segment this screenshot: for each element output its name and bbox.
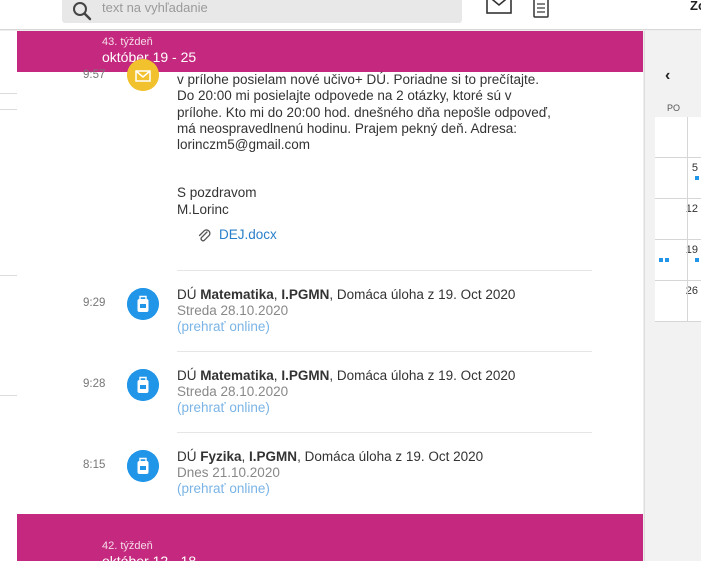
message-greeting: S pozdravom bbox=[177, 185, 257, 201]
left-sidebar bbox=[0, 31, 17, 561]
homework-item[interactable]: DÚ Matematika, I.PGMN, Domáca úloha z 19… bbox=[177, 287, 607, 335]
homework-title: DÚ Matematika, I.PGMN, Domáca úloha z 19… bbox=[177, 287, 516, 302]
mail-icon[interactable] bbox=[486, 0, 512, 14]
message-line: prílohe. Kto mi do 20:00 hod. dnešného d… bbox=[177, 104, 551, 120]
homework-due: Dnes 21.10.2020 bbox=[177, 465, 280, 480]
backpack-icon bbox=[127, 450, 159, 482]
homework-due: Streda 28.10.2020 bbox=[177, 384, 289, 399]
sidebar-divider bbox=[0, 93, 17, 94]
sidebar-divider bbox=[0, 395, 17, 396]
play-online-link[interactable]: (prehrať online) bbox=[177, 400, 607, 416]
message-line: má neospravedlnenú hodinu. Prajem pekný … bbox=[177, 120, 517, 136]
top-bar: Zo bbox=[0, 0, 701, 30]
calendar-divider bbox=[687, 117, 688, 322]
backpack-icon bbox=[127, 288, 159, 320]
homework-time: 8:15 bbox=[83, 459, 106, 471]
sidebar-divider bbox=[0, 275, 17, 276]
homework-class: I.PGMN bbox=[281, 368, 330, 383]
message-time: 9:57 bbox=[83, 69, 106, 81]
previous-month-button[interactable]: ‹ bbox=[665, 67, 670, 85]
search-box bbox=[62, 0, 462, 23]
attachment-link[interactable]: DEJ.docx bbox=[219, 227, 277, 242]
message-signature: M.Lorinc bbox=[177, 201, 229, 217]
play-online-link[interactable]: (prehrať online) bbox=[177, 481, 607, 497]
week-header: 43. týždeň október 19 - 25 bbox=[17, 31, 643, 72]
event-dot bbox=[659, 258, 663, 262]
message-body: v prílohe posielam nové učivo+ DÚ. Poria… bbox=[177, 72, 597, 218]
homework-title: DÚ Matematika, I.PGMN, Domáca úloha z 19… bbox=[177, 368, 516, 383]
backpack-icon bbox=[127, 369, 159, 401]
homework-class: I.PGMN bbox=[249, 449, 298, 464]
week-number: 43. týždeň bbox=[102, 36, 153, 48]
homework-time: 9:29 bbox=[83, 297, 106, 309]
homework-item[interactable]: DÚ Matematika, I.PGMN, Domáca úloha z 19… bbox=[177, 368, 607, 416]
event-dot bbox=[695, 258, 699, 262]
calendar-day[interactable] bbox=[655, 117, 701, 158]
message-line: lorinczm5@gmail.com bbox=[177, 137, 310, 153]
search-icon[interactable] bbox=[72, 1, 92, 21]
mini-calendar: ‹ PO 5 12 19 26 bbox=[644, 31, 701, 561]
week-number: 42. týždeň bbox=[102, 540, 153, 552]
separator bbox=[177, 270, 592, 271]
calendar-day[interactable]: 12 bbox=[655, 199, 701, 240]
calendar-day[interactable]: 26 bbox=[655, 281, 701, 322]
separator bbox=[177, 432, 592, 433]
feed: 43. týždeň október 19 - 25 9:57 v príloh… bbox=[17, 31, 643, 561]
week-header: 42. týždeň október 12 - 18 bbox=[17, 514, 643, 561]
message-line: Do 20:00 mi posielajte odpovede na 2 otá… bbox=[177, 88, 512, 104]
week-range: október 12 - 18 bbox=[102, 553, 197, 561]
separator bbox=[177, 351, 592, 352]
search-input[interactable] bbox=[102, 0, 452, 19]
event-dot bbox=[665, 258, 669, 262]
homework-class: I.PGMN bbox=[281, 287, 330, 302]
homework-due: Streda 28.10.2020 bbox=[177, 303, 289, 318]
clipboard-icon[interactable] bbox=[532, 0, 550, 18]
homework-subject: Matematika bbox=[200, 287, 274, 302]
homework-subject: Matematika bbox=[200, 368, 274, 383]
event-dot bbox=[695, 176, 699, 180]
sidebar-divider bbox=[0, 109, 17, 110]
weekday-label: PO bbox=[667, 103, 681, 113]
envelope-icon bbox=[127, 59, 159, 91]
homework-subject: Fyzika bbox=[200, 449, 242, 464]
homework-title: DÚ Fyzika, I.PGMN, Domáca úloha z 19. Oc… bbox=[177, 449, 484, 464]
homework-item[interactable]: DÚ Fyzika, I.PGMN, Domáca úloha z 19. Oc… bbox=[177, 449, 607, 497]
homework-time: 9:28 bbox=[83, 378, 106, 390]
paperclip-icon bbox=[198, 229, 211, 242]
user-name[interactable]: Zo bbox=[690, 0, 701, 13]
play-online-link[interactable]: (prehrať online) bbox=[177, 319, 607, 335]
message-line: v prílohe posielam nové učivo+ DÚ. Poria… bbox=[177, 72, 540, 87]
